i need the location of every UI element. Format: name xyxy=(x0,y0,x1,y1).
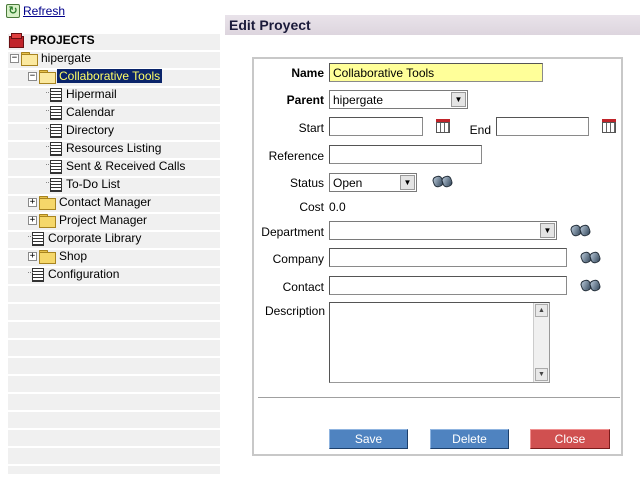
tree-item-project-manager[interactable]: + Project Manager xyxy=(28,212,149,228)
tree-item-directory[interactable]: Directory xyxy=(46,122,116,138)
status-label: Status xyxy=(289,176,324,190)
description-label: Description xyxy=(264,304,325,318)
start-label: Start xyxy=(298,121,324,135)
document-icon xyxy=(46,177,62,192)
expand-icon[interactable]: + xyxy=(28,215,37,225)
description-textarea[interactable]: ▲ ▼ xyxy=(329,302,550,383)
scroll-up-icon[interactable]: ▲ xyxy=(535,304,548,317)
end-date-input[interactable] xyxy=(496,117,589,136)
tree-item-label: To-Do List xyxy=(66,177,121,191)
parent-select[interactable]: hipergate ▼ xyxy=(329,90,468,109)
tree-item-label: Project Manager xyxy=(59,213,148,227)
tree-item-calendar[interactable]: Calendar xyxy=(46,104,117,120)
page-header: Edit Proyect xyxy=(225,15,640,35)
end-label: End xyxy=(469,123,491,137)
tree-item-label: Directory xyxy=(66,123,115,137)
tree-item-label: Sent & Received Calls xyxy=(66,159,186,173)
tree-item-resources-listing[interactable]: Resources Listing xyxy=(46,140,163,156)
start-date-input[interactable] xyxy=(329,117,423,136)
parent-label: Parent xyxy=(286,93,324,107)
save-button[interactable]: Save xyxy=(329,429,408,449)
tree-item-label: Calendar xyxy=(66,105,115,119)
form-divider xyxy=(258,397,620,399)
tree-root-projects[interactable]: PROJECTS xyxy=(8,32,97,48)
chevron-down-icon[interactable]: ▼ xyxy=(451,92,466,107)
tree-item-label: Configuration xyxy=(48,267,120,281)
tree-item-label: hipergate xyxy=(41,51,92,65)
status-select[interactable]: Open ▼ xyxy=(329,173,417,192)
tree-item-hipermail[interactable]: Hipermail xyxy=(46,86,119,102)
binoculars-icon[interactable] xyxy=(569,222,592,238)
document-icon xyxy=(46,123,62,138)
tree-item-hipergate[interactable]: − hipergate xyxy=(10,50,93,66)
refresh-control: ↻ Refresh xyxy=(6,3,65,19)
tree-item-label: Collaborative Tools xyxy=(57,69,163,83)
tree-item-label: Contact Manager xyxy=(59,195,152,209)
refresh-link[interactable]: Refresh xyxy=(23,4,65,18)
collapse-icon[interactable]: − xyxy=(28,71,37,81)
folder-icon xyxy=(39,196,56,210)
reference-input[interactable] xyxy=(329,145,482,164)
tree-item-sent-received-calls[interactable]: Sent & Received Calls xyxy=(46,158,187,174)
expand-icon[interactable]: + xyxy=(28,251,37,261)
collapse-icon[interactable]: − xyxy=(10,53,19,63)
folder-icon xyxy=(39,250,56,264)
calendar-icon[interactable] xyxy=(435,118,451,134)
projects-box-icon xyxy=(8,33,24,48)
page-title: Edit Proyect xyxy=(229,17,311,33)
open-folder-icon xyxy=(21,52,38,66)
folder-icon xyxy=(39,214,56,228)
binoculars-icon[interactable] xyxy=(431,173,454,189)
delete-button[interactable]: Delete xyxy=(430,429,509,449)
tree-item-label: Resources Listing xyxy=(66,141,162,155)
company-input[interactable] xyxy=(329,248,567,267)
parent-value: hipergate xyxy=(333,93,384,107)
cost-label: Cost xyxy=(299,200,324,214)
contact-label: Contact xyxy=(282,280,324,294)
description-scrollbar[interactable]: ▲ ▼ xyxy=(533,303,549,382)
refresh-icon[interactable]: ↻ xyxy=(6,4,20,18)
document-icon xyxy=(46,141,62,156)
tree-item-corporate-library[interactable]: Corporate Library xyxy=(28,230,143,246)
chevron-down-icon[interactable]: ▼ xyxy=(400,175,415,190)
tree-item-shop[interactable]: + Shop xyxy=(28,248,89,264)
tree-item-label: Shop xyxy=(59,249,88,263)
calendar-icon[interactable] xyxy=(601,118,617,134)
department-select[interactable]: ▼ xyxy=(329,221,557,240)
tree-root-label: PROJECTS xyxy=(30,33,95,47)
reference-label: Reference xyxy=(268,149,324,163)
expand-icon[interactable]: + xyxy=(28,197,37,207)
tree-item-collaborative-tools[interactable]: − Collaborative Tools xyxy=(28,68,163,84)
tree-item-contact-manager[interactable]: + Contact Manager xyxy=(28,194,153,210)
name-label: Name xyxy=(291,66,324,80)
binoculars-icon[interactable] xyxy=(579,277,602,293)
status-value: Open xyxy=(333,176,363,190)
document-icon xyxy=(46,87,62,102)
scroll-down-icon[interactable]: ▼ xyxy=(535,368,548,381)
document-icon xyxy=(28,267,44,282)
contact-input[interactable] xyxy=(329,276,567,295)
cost-value: 0.0 xyxy=(329,200,346,214)
name-input[interactable] xyxy=(329,63,543,82)
close-button[interactable]: Close xyxy=(530,429,610,449)
binoculars-icon[interactable] xyxy=(579,249,602,265)
company-label: Company xyxy=(272,252,324,266)
tree-item-todo-list[interactable]: To-Do List xyxy=(46,176,122,192)
project-tree-panel: ↻ Refresh PROJECTS − hipergate − Collabo… xyxy=(0,0,222,480)
document-icon xyxy=(46,105,62,120)
department-label: Department xyxy=(261,225,324,239)
tree-item-configuration[interactable]: Configuration xyxy=(28,266,121,282)
tree-item-label: Corporate Library xyxy=(48,231,142,245)
chevron-down-icon[interactable]: ▼ xyxy=(540,223,555,238)
open-folder-icon xyxy=(39,70,56,84)
tree-item-label: Hipermail xyxy=(66,87,117,101)
document-icon xyxy=(46,159,62,174)
document-icon xyxy=(28,231,44,246)
